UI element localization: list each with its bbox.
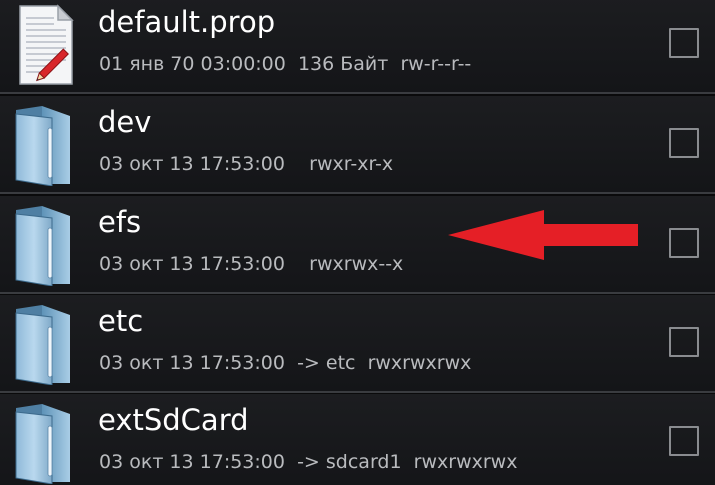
file-meta: 01 янв 70 03:00:00 136 Байт rw-r--r--: [99, 48, 471, 80]
text-file-icon: [12, 4, 76, 86]
select-checkbox[interactable]: [669, 228, 699, 258]
file-date: 03 окт 13 17:53:00: [99, 253, 285, 275]
file-permissions: rwxrwxrwx: [413, 451, 518, 473]
file-name: extSdCard: [98, 403, 249, 437]
file-meta: 03 окт 13 17:53:00 rwxrwx--x: [99, 248, 403, 280]
file-meta: 03 окт 13 17:53:00 -> etc rwxrwxrwx: [99, 347, 471, 379]
file-name: default.prop: [98, 5, 276, 39]
file-list: default.prop 01 янв 70 03:00:00 136 Байт…: [0, 0, 715, 485]
file-date: 03 окт 13 17:53:00: [99, 153, 285, 175]
file-link-target: -> etc: [297, 352, 356, 374]
file-row-default-prop[interactable]: default.prop 01 янв 70 03:00:00 136 Байт…: [0, 0, 715, 94]
file-permissions: rwxr-xr-x: [309, 153, 394, 175]
file-permissions: rwxrwx--x: [309, 253, 404, 275]
select-checkbox[interactable]: [669, 28, 699, 58]
folder-icon: [12, 104, 76, 186]
file-link-target: -> sdcard1: [297, 451, 402, 473]
select-checkbox[interactable]: [669, 327, 699, 357]
file-row-dev[interactable]: dev 03 окт 13 17:53:00 rwxr-xr-x: [0, 96, 715, 194]
file-row-etc[interactable]: etc 03 окт 13 17:53:00 -> etc rwxrwxrwx: [0, 295, 715, 393]
file-name: dev: [98, 105, 152, 139]
file-date: 01 янв 70 03:00:00: [99, 53, 286, 75]
file-meta: 03 окт 13 17:53:00 -> sdcard1 rwxrwxrwx: [99, 446, 517, 478]
file-date: 03 окт 13 17:53:00: [99, 451, 285, 473]
file-name: efs: [98, 205, 142, 239]
file-row-extsdcard[interactable]: extSdCard 03 окт 13 17:53:00 -> sdcard1 …: [0, 394, 715, 485]
file-name: etc: [98, 304, 144, 338]
file-permissions: rwxrwxrwx: [367, 352, 472, 374]
select-checkbox[interactable]: [669, 426, 699, 456]
folder-icon: [12, 402, 76, 484]
folder-icon: [12, 204, 76, 286]
file-info: 136 Байт: [297, 53, 389, 75]
file-row-efs[interactable]: efs 03 окт 13 17:53:00 rwxrwx--x: [0, 196, 715, 294]
file-permissions: rw-r--r--: [400, 53, 472, 75]
folder-icon: [12, 303, 76, 385]
file-meta: 03 окт 13 17:53:00 rwxr-xr-x: [99, 148, 393, 180]
select-checkbox[interactable]: [669, 128, 699, 158]
file-date: 03 окт 13 17:53:00: [99, 352, 285, 374]
